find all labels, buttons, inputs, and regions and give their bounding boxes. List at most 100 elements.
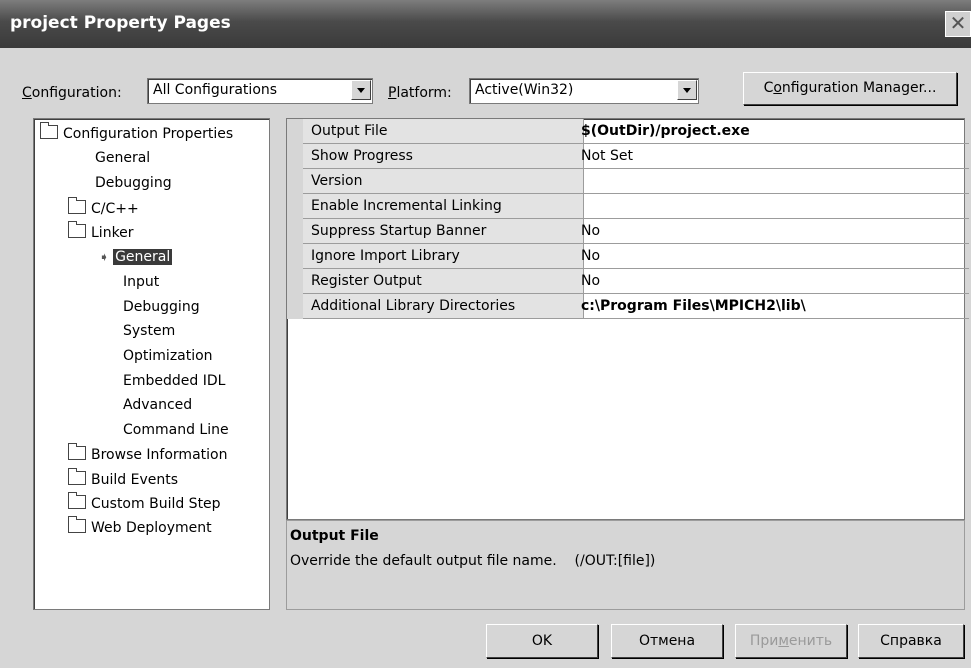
property-name: Register Output <box>303 269 584 294</box>
property-value[interactable]: No <box>576 269 969 294</box>
platform-select[interactable]: Active(Win32) <box>469 78 699 104</box>
row-gutter <box>287 244 303 269</box>
tree-item-label: Embedded IDL <box>123 373 226 389</box>
row-gutter <box>287 144 303 169</box>
platform-label: Platform: <box>388 85 452 101</box>
folder-icon <box>68 197 86 214</box>
property-value[interactable]: c:\Program Files\MPICH2\lib\ <box>576 294 969 319</box>
apply-post: енить <box>788 633 833 649</box>
configuration-accel: C <box>22 85 32 101</box>
property-row[interactable]: Additional Library Directories c:\Progra… <box>287 294 969 319</box>
tree-item-label: System <box>123 323 176 339</box>
property-name: Additional Library Directories <box>303 294 584 319</box>
property-name: Ignore Import Library <box>303 244 584 269</box>
property-row[interactable]: Ignore Import Library No <box>287 244 969 269</box>
tree-item-label: Build Events <box>91 472 178 488</box>
folder-open-icon <box>68 221 86 238</box>
arrow-right-icon: ➧ <box>99 250 110 264</box>
tree-item-browse-information[interactable]: Browse Information <box>68 443 228 463</box>
tree-item-command-line[interactable]: Command Line <box>123 422 229 438</box>
tree-item-label-selected: General <box>113 249 173 265</box>
folder-icon <box>68 468 86 485</box>
tree-item-web-deployment[interactable]: Web Deployment <box>68 516 212 536</box>
configuration-label-text: onfiguration: <box>31 85 122 101</box>
property-pages-dialog: project Property Pages ✕ Configuration: … <box>0 0 971 668</box>
property-name: Output File <box>303 119 584 144</box>
config-manager-post: nfiguration Manager... <box>781 80 937 96</box>
tree-item-label: Browse Information <box>91 447 228 463</box>
property-value[interactable]: $(OutDir)/project.exe <box>576 119 969 144</box>
tree-item-label: Optimization <box>123 348 213 364</box>
chevron-down-icon[interactable] <box>351 80 371 100</box>
config-manager-accel: o <box>773 80 782 96</box>
cancel-button[interactable]: Отмена <box>611 624 723 658</box>
property-row[interactable]: Enable Incremental Linking <box>287 194 969 219</box>
tree-item-configuration-properties[interactable]: Configuration Properties <box>40 122 234 142</box>
tree-item-label: Linker <box>91 225 134 241</box>
property-row[interactable]: Suppress Startup Banner No <box>287 219 969 244</box>
tree-item-label: General <box>95 150 151 166</box>
close-icon[interactable]: ✕ <box>945 11 971 37</box>
tree-item-build-events[interactable]: Build Events <box>68 468 178 488</box>
folder-icon <box>68 516 86 533</box>
row-gutter <box>287 194 303 219</box>
row-gutter <box>287 219 303 244</box>
ok-button[interactable]: OK <box>486 624 598 658</box>
tree-item-cpp[interactable]: C/C++ <box>68 197 139 217</box>
property-value[interactable] <box>576 194 969 219</box>
tree-item-custom-build-step[interactable]: Custom Build Step <box>68 492 221 512</box>
property-row[interactable]: Show Progress Not Set <box>287 144 969 169</box>
tree-item-system[interactable]: System <box>123 323 175 339</box>
property-row[interactable]: Register Output No <box>287 269 969 294</box>
tree-item-label: Input <box>123 274 160 290</box>
configuration-label: Configuration: <box>22 85 122 101</box>
tree-item-label: Debugging <box>123 299 200 315</box>
platform-label-text: latform: <box>396 85 452 101</box>
platform-value: Active(Win32) <box>475 82 574 98</box>
tree-item-debugging[interactable]: Debugging <box>95 175 172 191</box>
help-button[interactable]: Справка <box>858 624 964 658</box>
folder-icon <box>68 443 86 460</box>
folder-icon <box>68 492 86 509</box>
property-grid[interactable]: Output File $(OutDir)/project.exe Show P… <box>286 118 969 520</box>
property-value[interactable]: No <box>576 244 969 269</box>
row-gutter <box>287 119 303 144</box>
tree-item-input[interactable]: Input <box>123 274 159 290</box>
apply-accel: м <box>778 633 789 649</box>
property-name: Enable Incremental Linking <box>303 194 584 219</box>
configuration-manager-button[interactable]: Configuration Manager... <box>743 72 957 105</box>
property-name: Version <box>303 169 584 194</box>
window-title: project Property Pages <box>10 13 231 33</box>
tree-item-linker-general[interactable]: ➧ General <box>99 249 173 265</box>
description-panel: Output File Override the default output … <box>286 520 965 610</box>
row-gutter <box>287 169 303 194</box>
property-name: Suppress Startup Banner <box>303 219 584 244</box>
tree-item-linker[interactable]: Linker <box>68 221 134 241</box>
property-value[interactable]: Not Set <box>576 144 969 169</box>
tree-item-label: Command Line <box>123 422 229 438</box>
configuration-select[interactable]: All Configurations <box>147 78 373 104</box>
row-gutter <box>287 294 303 319</box>
chevron-down-icon[interactable] <box>677 80 697 100</box>
description-text: Override the default output file name. (… <box>290 553 656 569</box>
apply-button[interactable]: Применить <box>735 624 847 658</box>
description-title: Output File <box>290 528 379 544</box>
property-value[interactable] <box>576 169 969 194</box>
tree-item-linker-debugging[interactable]: Debugging <box>123 299 200 315</box>
title-bar[interactable]: project Property Pages ✕ <box>0 0 971 48</box>
property-row[interactable]: Output File $(OutDir)/project.exe <box>287 119 969 144</box>
property-name: Show Progress <box>303 144 584 169</box>
tree-item-label: Configuration Properties <box>63 126 234 142</box>
apply-pre: При <box>749 633 779 649</box>
tree-item-embedded-idl[interactable]: Embedded IDL <box>123 373 225 389</box>
property-tree[interactable]: Configuration Properties General Debuggi… <box>33 118 270 610</box>
property-value[interactable]: No <box>576 219 969 244</box>
folder-open-icon <box>40 122 58 139</box>
tree-item-optimization[interactable]: Optimization <box>123 348 213 364</box>
tree-item-advanced[interactable]: Advanced <box>123 397 192 413</box>
tree-item-label: C/C++ <box>91 201 139 217</box>
tree-item-label: Advanced <box>123 397 193 413</box>
property-row[interactable]: Version <box>287 169 969 194</box>
tree-item-general[interactable]: General <box>95 150 150 166</box>
config-manager-pre: C <box>763 80 774 96</box>
